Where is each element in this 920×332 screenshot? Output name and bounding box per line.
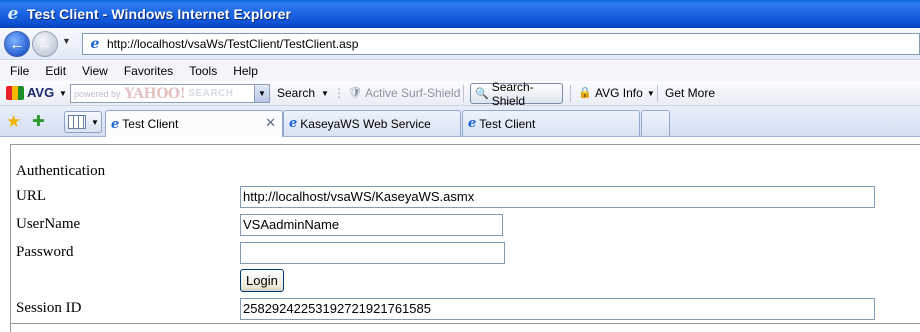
- toolbar-separator: [463, 85, 464, 102]
- search-button[interactable]: Search ▼: [277, 86, 329, 100]
- avg-logo[interactable]: AVG: [6, 85, 54, 100]
- forward-button[interactable]: →: [32, 31, 58, 57]
- yahoo-search-input[interactable]: powered by YAHOO! SEARCH ▼: [70, 84, 270, 103]
- get-more-button[interactable]: Get More: [665, 86, 715, 100]
- menu-bar: File Edit View Favorites Tools Help: [0, 61, 920, 81]
- avg-menu-dropdown[interactable]: ▼: [59, 89, 67, 98]
- username-label: UserName: [16, 216, 81, 232]
- tab-label: KaseyaWS Web Service: [300, 116, 431, 131]
- address-bar[interactable]: e http://localhost/vsaWs/TestClient/Test…: [82, 33, 920, 55]
- menu-edit[interactable]: Edit: [36, 64, 73, 78]
- slider-handle-icon: ⋮: [333, 86, 345, 100]
- arrow-right-icon: →: [37, 35, 53, 53]
- new-tab-button[interactable]: [641, 110, 670, 136]
- arrow-left-icon: ←: [9, 35, 25, 53]
- search-dropdown-icon: ▼: [321, 88, 329, 98]
- menu-help[interactable]: Help: [224, 64, 265, 78]
- address-url[interactable]: http://localhost/vsaWs/TestClient/TestCl…: [107, 37, 358, 51]
- session-id-label: Session ID: [16, 300, 82, 316]
- menu-tools[interactable]: Tools: [180, 64, 224, 78]
- close-tab-icon[interactable]: ✕: [265, 115, 276, 131]
- tab-test-client-active[interactable]: e Test Client ✕: [105, 110, 283, 137]
- session-id-input[interactable]: 25829242253192721921761585: [240, 298, 875, 320]
- ie-tab-icon: e: [111, 116, 120, 132]
- ie-tab-icon: e: [289, 116, 298, 131]
- toolbar-separator: [570, 85, 571, 102]
- avg-toolbar: AVG ▼ powered by YAHOO! SEARCH ▼ Search …: [0, 80, 920, 108]
- avg-info-dropdown-icon: ▼: [646, 88, 655, 98]
- section-title: Authentication: [16, 163, 106, 179]
- search-placeholder: powered by: [74, 88, 121, 99]
- shield-icon: 🛡: [348, 87, 362, 99]
- tab-list-dropdown-icon: ▼: [91, 117, 99, 127]
- add-favorite-icon[interactable]: ✚: [32, 112, 45, 130]
- avg-info-button[interactable]: 🔒 AVG Info ▼: [578, 86, 655, 100]
- ie-tab-icon: e: [468, 116, 477, 131]
- yahoo-watermark: YAHOO!: [124, 85, 186, 102]
- tab-kaseyaws-web-service[interactable]: e KaseyaWS Web Service: [283, 110, 461, 136]
- back-button[interactable]: ←: [4, 31, 30, 57]
- menu-favorites[interactable]: Favorites: [115, 64, 180, 78]
- tab-label: Test Client: [122, 117, 179, 131]
- avg-info-label: AVG Info: [595, 86, 643, 100]
- yahoo-search-watermark: SEARCH: [188, 88, 234, 99]
- avg-logo-icon: [6, 85, 24, 100]
- tab-test-client[interactable]: e Test Client: [462, 110, 640, 136]
- tab-bar: ★ ✚ ▼ e Test Client ✕ e KaseyaWS Web Ser…: [0, 106, 920, 137]
- search-shield-button[interactable]: 🔍 Search-Shield: [470, 80, 563, 108]
- favorites-star-icon[interactable]: ★: [6, 112, 21, 132]
- tab-label: Test Client: [479, 116, 536, 131]
- ie-icon: e: [7, 4, 19, 24]
- search-dropdown-button[interactable]: ▼: [254, 85, 269, 102]
- url-label: URL: [16, 188, 46, 204]
- url-input[interactable]: http://localhost/vsaWS/KaseyaWS.asmx: [240, 186, 875, 208]
- recent-pages-dropdown[interactable]: ▼: [62, 36, 71, 46]
- password-input[interactable]: [240, 242, 505, 264]
- username-input[interactable]: VSAadminName: [240, 214, 503, 236]
- menu-view[interactable]: View: [73, 64, 115, 78]
- page-icon: e: [90, 36, 100, 52]
- active-surf-shield-label: Active Surf-Shield: [365, 86, 461, 100]
- search-shield-label: Search-Shield: [491, 79, 534, 108]
- toolbar-separator: [657, 85, 658, 102]
- avg-logo-text: AVG: [27, 85, 55, 100]
- active-surf-shield[interactable]: 🛡 Active Surf-Shield: [348, 86, 460, 100]
- magnifier-icon: 🔍: [475, 87, 489, 100]
- search-button-label: Search: [277, 86, 316, 100]
- password-label: Password: [16, 244, 74, 260]
- login-button[interactable]: Login: [240, 269, 284, 292]
- info-icon: 🔒: [578, 87, 592, 99]
- form-bottom-border: [10, 323, 920, 324]
- quick-tabs-button[interactable]: ▼: [64, 111, 102, 133]
- menu-file[interactable]: File: [0, 64, 36, 78]
- window-title: Test Client - Windows Internet Explorer: [27, 6, 292, 22]
- quick-tabs-icon: [68, 115, 86, 129]
- title-bar: e Test Client - Windows Internet Explore…: [0, 0, 920, 28]
- address-row: ← → ▼ e http://localhost/vsaWs/TestClien…: [0, 28, 920, 60]
